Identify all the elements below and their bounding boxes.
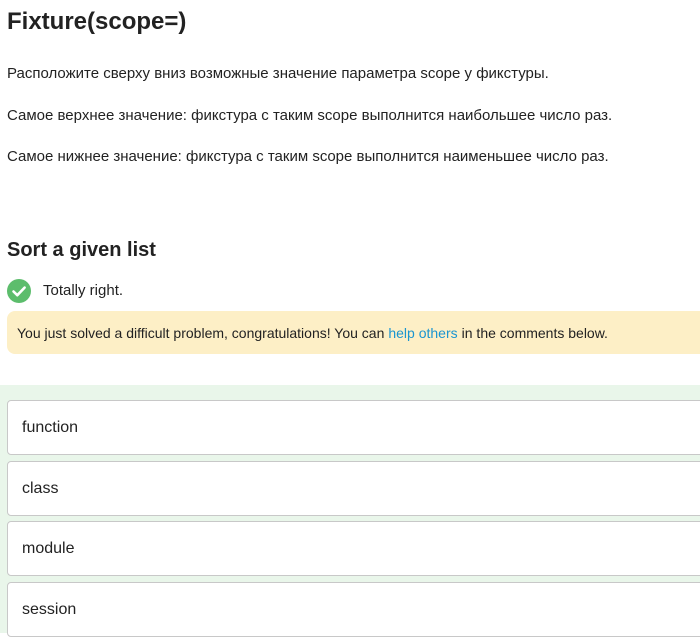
- notice-text: You just solved a difficult problem, con…: [17, 324, 385, 341]
- description-paragraph: Самое нижнее значение: фикстура с таким …: [7, 148, 609, 165]
- sortable-option-function[interactable]: function: [7, 400, 700, 455]
- sortable-option-session[interactable]: session: [7, 582, 700, 637]
- result-text: Totally right.: [43, 282, 124, 299]
- sortable-option-module[interactable]: module: [7, 521, 700, 576]
- description-paragraph: Расположите сверху вниз возможные значен…: [7, 65, 549, 82]
- task-title: Sort a given list: [7, 239, 156, 261]
- success-notice: You just solved a difficult problem, con…: [7, 311, 700, 354]
- page-title: Fixture(scope=): [7, 8, 187, 35]
- sortable-option-class[interactable]: class: [7, 461, 700, 516]
- notice-text: in the comments below.: [461, 324, 608, 341]
- sortable-list: function class module session: [0, 385, 700, 637]
- checkmark-circle-icon: [7, 279, 31, 303]
- description-paragraph: Самое верхнее значение: фикстура с таким…: [7, 107, 613, 124]
- result-status: Totally right.: [7, 279, 123, 303]
- help-others-link[interactable]: help others: [388, 325, 457, 341]
